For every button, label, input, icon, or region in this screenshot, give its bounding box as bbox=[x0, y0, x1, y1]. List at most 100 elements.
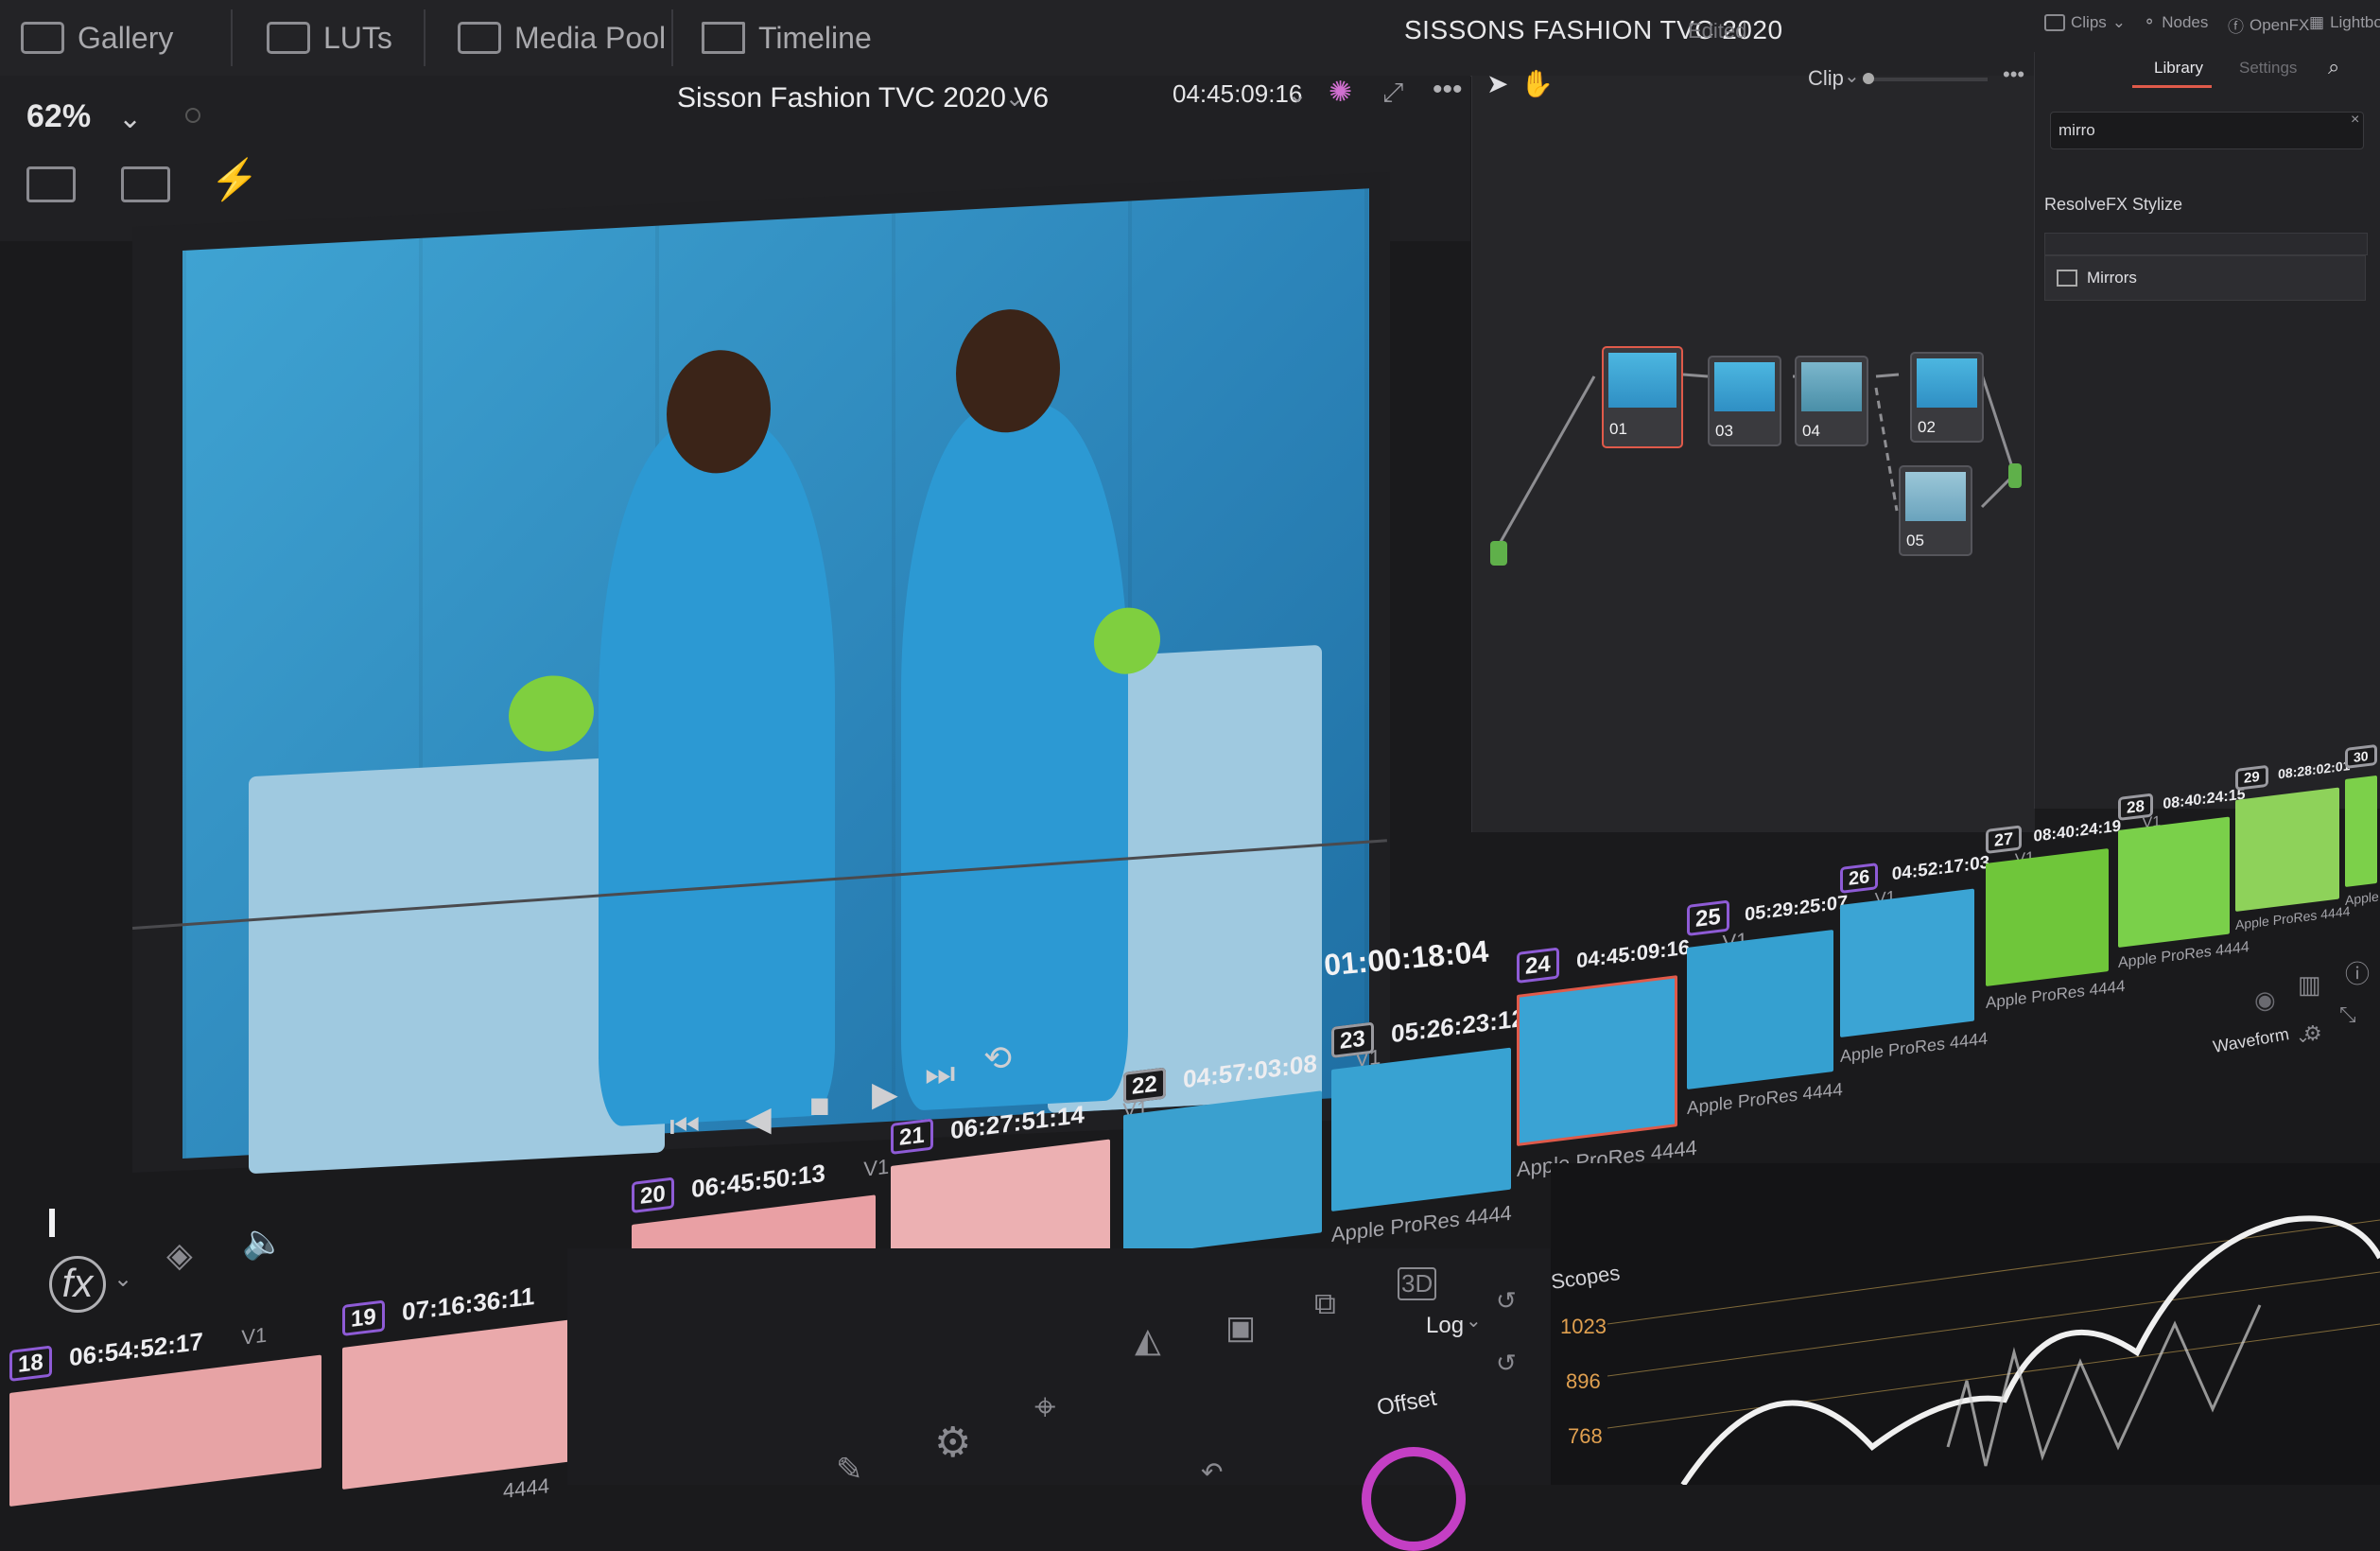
reset-icon[interactable]: ↺ bbox=[1496, 1286, 1517, 1316]
tab-openfx[interactable]: ⓕ OpenFX bbox=[2228, 13, 2309, 37]
clip-thumbnail bbox=[9, 1354, 321, 1507]
color-picker-icon[interactable]: ✺ bbox=[1329, 76, 1352, 109]
clip-26[interactable]: 26 04:52:17:03 V1 Apple ProRes 4444 bbox=[1840, 846, 2034, 1067]
fx-category-title: ResolveFX Stylize bbox=[2044, 195, 2183, 214]
offset-color-wheel[interactable] bbox=[1362, 1447, 1466, 1551]
fullscreen-icon[interactable]: ⤢ bbox=[1382, 78, 1403, 109]
timeline-playhead[interactable] bbox=[49, 1209, 55, 1237]
waveform-trace bbox=[1607, 1215, 2380, 1485]
node-link bbox=[1875, 373, 1900, 378]
viewer-timecode[interactable]: 04:45:09:16 bbox=[1173, 79, 1302, 109]
node-05[interactable]: 05 bbox=[1899, 465, 1972, 556]
color-mode-select[interactable]: Log bbox=[1426, 1313, 1464, 1339]
chevron-down-icon[interactable]: ⌄ bbox=[113, 1265, 132, 1293]
chevron-down-icon[interactable]: ⌄ bbox=[1005, 85, 1024, 113]
tab-lightbox[interactable]: ▦ Lightbox bbox=[2309, 13, 2380, 32]
clip-25[interactable]: 25 05:29:25:07 V1 Apple ProRes 4444 bbox=[1687, 882, 1896, 1120]
close-icon[interactable]: × bbox=[2351, 112, 2359, 129]
3d-icon[interactable]: 3D bbox=[1398, 1267, 1437, 1300]
scale-label-896: 896 bbox=[1566, 1369, 1601, 1393]
scope-grid-line bbox=[1607, 1271, 2380, 1377]
play-reverse-icon[interactable]: ◀ bbox=[745, 1099, 772, 1139]
waveform-icon[interactable]: ▥ bbox=[2298, 970, 2321, 1000]
nav-divider bbox=[671, 9, 673, 66]
media-pool-icon bbox=[458, 22, 501, 54]
fx-category-bar bbox=[2044, 233, 2368, 255]
scale-label-1023: 1023 bbox=[1560, 1315, 1607, 1338]
scope-grid-line bbox=[1607, 1219, 2380, 1325]
layers-icon[interactable]: ◈ bbox=[166, 1235, 193, 1275]
expand-icon[interactable]: ⤡ bbox=[2339, 1002, 2356, 1027]
project-status: Edited bbox=[1688, 19, 1747, 43]
node-04[interactable]: 04 bbox=[1795, 356, 1868, 446]
settings-icon[interactable]: ⚙ bbox=[2303, 1021, 2322, 1046]
node-03[interactable]: 03 bbox=[1708, 356, 1781, 446]
droplet-icon[interactable]: ◭ bbox=[1135, 1320, 1161, 1360]
node-link bbox=[1874, 387, 1899, 512]
skip-to-start-icon[interactable]: ⏮ bbox=[669, 1107, 700, 1147]
grid-view-icon[interactable] bbox=[121, 166, 170, 202]
tab-media-pool[interactable]: Media Pool bbox=[458, 13, 666, 62]
node-link bbox=[1682, 373, 1709, 378]
fx-item-mirrors[interactable]: Mirrors bbox=[2044, 255, 2366, 301]
clip-thumbnail bbox=[2118, 816, 2230, 948]
stop-icon[interactable]: ■ bbox=[809, 1086, 830, 1125]
lightbox-icon: ▦ bbox=[2309, 13, 2325, 31]
tab-library[interactable]: Library bbox=[2154, 59, 2203, 78]
active-tab-indicator bbox=[2132, 85, 2212, 88]
node-output-port[interactable] bbox=[2008, 463, 2022, 488]
tab-nodes[interactable]: ⚬ Nodes bbox=[2143, 13, 2208, 32]
split-view-icon[interactable] bbox=[26, 166, 76, 202]
tab-gallery[interactable]: Gallery bbox=[21, 13, 173, 62]
clip-28[interactable]: 28 08:40:24:15 Apple ProRes 4444 bbox=[2118, 784, 2250, 972]
clip-thumbnail bbox=[1986, 848, 2109, 986]
audio-icon[interactable]: ◉ bbox=[2254, 985, 2276, 1015]
search-input[interactable] bbox=[2050, 112, 2364, 149]
undo-icon[interactable]: ↶ bbox=[1201, 1456, 1223, 1488]
node-connections bbox=[1495, 373, 2016, 549]
play-icon[interactable]: ▶ bbox=[872, 1074, 898, 1114]
clip-24[interactable]: 24 04:45:09:16 V1 Apple ProRes 4444 bbox=[1517, 927, 1747, 1182]
tab-luts[interactable]: LUTs bbox=[267, 13, 392, 62]
chevron-down-icon[interactable]: ⌄ bbox=[118, 102, 142, 135]
chevron-down-icon[interactable]: ⌄ bbox=[1466, 1309, 1482, 1333]
search-icon[interactable]: ⌕ bbox=[2328, 55, 2339, 79]
openfx-library-panel bbox=[2034, 52, 2380, 809]
zoom-level[interactable]: 62% bbox=[26, 98, 91, 135]
image-icon[interactable]: ▣ bbox=[1225, 1309, 1256, 1347]
viewer-clip-title[interactable]: Sisson Fashion TVC 2020 V6 bbox=[677, 82, 1049, 114]
clip-27[interactable]: 27 08:40:24:19 V1 Apple ProRes 4444 bbox=[1986, 810, 2161, 1013]
skip-to-end-icon[interactable]: ⏭ bbox=[925, 1054, 955, 1094]
clip-18[interactable]: 18 06:54:52:17 V1 bbox=[9, 1312, 321, 1507]
clips-icon bbox=[2044, 14, 2065, 31]
clip-thumbnail bbox=[1517, 975, 1677, 1146]
openfx-icon: ⓕ bbox=[2228, 18, 2244, 36]
target-icon[interactable]: ⌖ bbox=[1034, 1386, 1056, 1429]
transform-icon[interactable]: ⧉ bbox=[1314, 1286, 1336, 1322]
tab-clips[interactable]: Clips ⌄ bbox=[2044, 13, 2126, 32]
chevron-down-icon[interactable]: ⌄ bbox=[1288, 81, 1307, 109]
clip-thumbnail bbox=[1687, 929, 1833, 1089]
wheel-icon[interactable]: ⚙ bbox=[934, 1419, 971, 1467]
loop-icon[interactable]: ⟲ bbox=[983, 1038, 1012, 1078]
node-input-port[interactable] bbox=[1490, 541, 1507, 566]
volume-icon[interactable]: 🔈 bbox=[242, 1222, 285, 1262]
fx-icon[interactable]: fx bbox=[49, 1256, 106, 1313]
picker-icon[interactable]: ✎ bbox=[836, 1451, 863, 1489]
model-right bbox=[901, 399, 1128, 1112]
scope-type-select[interactable]: Waveform bbox=[2212, 1024, 2291, 1057]
tab-timeline[interactable]: Timeline bbox=[702, 13, 872, 62]
nav-divider bbox=[424, 9, 426, 66]
help-icon[interactable]: ⓘ bbox=[2345, 955, 2370, 990]
node-link bbox=[1495, 375, 1596, 549]
node-02[interactable]: 02 bbox=[1910, 352, 1984, 443]
gallery-icon bbox=[21, 22, 64, 54]
node-01[interactable]: 01 bbox=[1602, 346, 1683, 448]
more-options-icon[interactable]: ••• bbox=[1433, 74, 1463, 106]
waveform-detail bbox=[1946, 1304, 2262, 1467]
fx-icon bbox=[2057, 270, 2077, 287]
reset-icon[interactable]: ↺ bbox=[1496, 1349, 1517, 1378]
magic-wand-icon[interactable]: ⚡ bbox=[210, 157, 259, 203]
tab-settings[interactable]: Settings bbox=[2239, 59, 2297, 78]
dot-icon bbox=[185, 108, 200, 123]
